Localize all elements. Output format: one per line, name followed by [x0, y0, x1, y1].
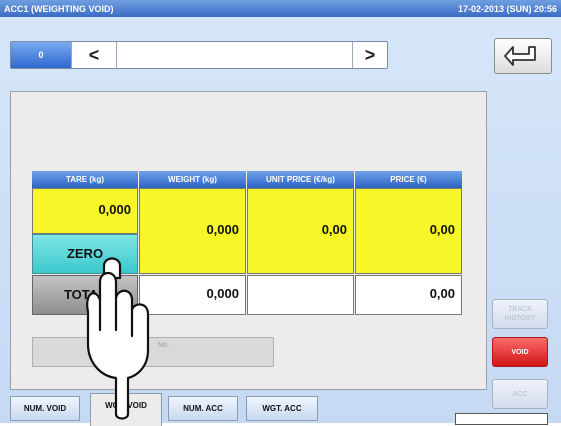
- pointing-hand-icon: [86, 257, 150, 420]
- record-counter: 0: [11, 42, 71, 68]
- acc-button[interactable]: ACC: [492, 379, 548, 409]
- header-weight: WEIGHT (kg): [139, 171, 246, 188]
- tab-num-acc[interactable]: NUM. ACC: [168, 396, 238, 421]
- next-button[interactable]: >: [352, 42, 387, 68]
- tare-field[interactable]: 0,000: [32, 188, 138, 234]
- trace-history-button[interactable]: TRACE HISTORY: [492, 299, 548, 329]
- header-tare: TARE (kg): [32, 171, 138, 188]
- void-button[interactable]: VOID: [492, 337, 548, 367]
- total-unit-price: [247, 275, 354, 315]
- header-price: PRICE (€): [355, 171, 462, 188]
- status-box: [455, 413, 548, 425]
- unit-price-field[interactable]: 0,00: [247, 188, 354, 274]
- screen-title: ACC1 (WEIGHTING VOID): [4, 4, 114, 14]
- total-price: 0,00: [355, 275, 462, 315]
- title-bar: ACC1 (WEIGHTING VOID) 17-02-2013 (SUN) 2…: [0, 0, 561, 17]
- price-field[interactable]: 0,00: [355, 188, 462, 274]
- return-arrow-icon: [504, 46, 536, 66]
- datetime: 17-02-2013 (SUN) 20:56: [457, 4, 557, 14]
- tab-wgt-acc[interactable]: WGT. ACC: [246, 396, 318, 421]
- record-navigator: 0 < >: [10, 41, 388, 69]
- header-unit-price: UNIT PRICE (€/kg): [247, 171, 354, 188]
- prev-button[interactable]: <: [71, 42, 117, 68]
- back-button[interactable]: [494, 38, 552, 74]
